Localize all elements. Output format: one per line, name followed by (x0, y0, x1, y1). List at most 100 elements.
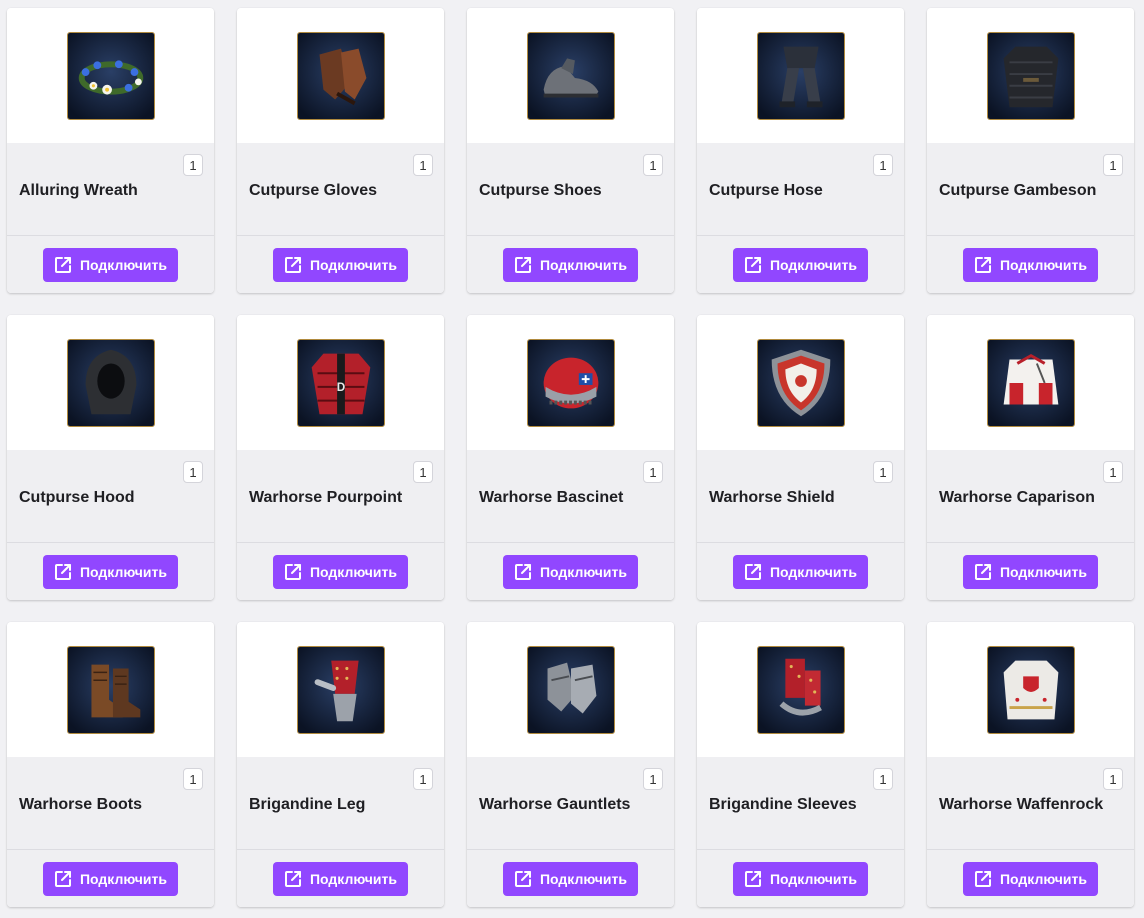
item-info: 1 Warhorse Waffenrock (927, 757, 1134, 850)
connect-button[interactable]: Подключить (502, 247, 638, 282)
connect-button[interactable]: Подключить (502, 861, 638, 896)
external-link-icon (53, 869, 73, 889)
gambeson-icon (986, 31, 1075, 120)
item-image-area (7, 315, 214, 450)
connect-button-label: Подключить (769, 563, 857, 580)
item-card: 1 Warhorse Caparison Подключить (927, 315, 1134, 600)
item-actions: Подключить (697, 850, 904, 907)
quantity-badge: 1 (1103, 154, 1123, 176)
external-link-icon (743, 869, 763, 889)
item-name: Cutpurse Gloves (249, 182, 378, 199)
item-name: Brigandine Leg (249, 796, 366, 813)
item-info: 1 Cutpurse Gloves (237, 143, 444, 236)
item-info: 1 Warhorse Shield (697, 450, 904, 543)
item-image-area (237, 622, 444, 757)
connect-button[interactable]: Подключить (502, 554, 638, 589)
item-name: Warhorse Waffenrock (939, 796, 1104, 813)
item-actions: Подключить (467, 850, 674, 907)
item-card: 1 Cutpurse Hood Подключить (7, 315, 214, 600)
item-actions: Подключить (7, 850, 214, 907)
item-image-area (7, 622, 214, 757)
item-name: Warhorse Gauntlets (479, 796, 631, 813)
external-link-icon (283, 869, 303, 889)
item-actions: Подключить (697, 236, 904, 293)
quantity-badge: 1 (413, 461, 433, 483)
hood-icon (66, 338, 155, 427)
gloves-icon (296, 31, 385, 120)
external-link-icon (283, 562, 303, 582)
item-card: 1 Warhorse Bascinet Подключить (467, 315, 674, 600)
external-link-icon (513, 255, 533, 275)
item-card: 1 Cutpurse Shoes Подключить (467, 8, 674, 293)
connect-button[interactable]: Подключить (272, 861, 408, 896)
item-image-area (467, 315, 674, 450)
item-name: Warhorse Bascinet (479, 489, 624, 506)
leg-armor-icon (296, 645, 385, 734)
connect-button[interactable]: Подключить (42, 861, 178, 896)
connect-button-label: Подключить (769, 256, 857, 273)
quantity-badge: 1 (873, 768, 893, 790)
item-info: 1 Warhorse Gauntlets (467, 757, 674, 850)
item-card: D 1 Warhorse Pourpoint Подключить (237, 315, 444, 600)
gauntlets-icon (526, 645, 615, 734)
quantity-badge: 1 (643, 154, 663, 176)
external-link-icon (743, 562, 763, 582)
item-info: 1 Brigandine Sleeves (697, 757, 904, 850)
external-link-icon (53, 562, 73, 582)
connect-button[interactable]: Подключить (42, 247, 178, 282)
item-info: 1 Cutpurse Gambeson (927, 143, 1134, 236)
external-link-icon (283, 255, 303, 275)
item-card: 1 Warhorse Gauntlets Подключить (467, 622, 674, 907)
item-actions: Подключить (697, 543, 904, 600)
quantity-badge: 1 (873, 461, 893, 483)
connect-button-label: Подключить (309, 256, 397, 273)
item-name: Warhorse Shield (709, 489, 835, 506)
connect-button[interactable]: Подключить (732, 247, 868, 282)
item-card: 1 Brigandine Sleeves Подключить (697, 622, 904, 907)
hose-icon (756, 31, 845, 120)
item-actions: Подключить (237, 543, 444, 600)
connect-button-label: Подключить (999, 870, 1087, 887)
boots-icon (66, 645, 155, 734)
item-card: 1 Warhorse Waffenrock Подключить (927, 622, 1134, 907)
item-info: 1 Alluring Wreath (7, 143, 214, 236)
external-link-icon (513, 869, 533, 889)
item-info: 1 Warhorse Pourpoint (237, 450, 444, 543)
external-link-icon (973, 255, 993, 275)
shield-icon (756, 338, 845, 427)
item-actions: Подключить (927, 236, 1134, 293)
item-card: 1 Alluring Wreath Подключить (7, 8, 214, 293)
item-name: Cutpurse Gambeson (939, 182, 1097, 199)
item-name: Brigandine Sleeves (709, 796, 857, 813)
connect-button[interactable]: Подключить (272, 247, 408, 282)
quantity-badge: 1 (873, 154, 893, 176)
connect-button[interactable]: Подключить (732, 861, 868, 896)
item-name: Cutpurse Hood (19, 489, 135, 506)
item-name: Cutpurse Shoes (479, 182, 602, 199)
item-info: 1 Cutpurse Shoes (467, 143, 674, 236)
quantity-badge: 1 (183, 461, 203, 483)
connect-button-label: Подключить (79, 256, 167, 273)
item-image-area (927, 8, 1134, 143)
quantity-badge: 1 (643, 461, 663, 483)
connect-button[interactable]: Подключить (272, 554, 408, 589)
connect-button[interactable]: Подключить (962, 554, 1098, 589)
connect-button[interactable]: Подключить (962, 247, 1098, 282)
connect-button[interactable]: Подключить (732, 554, 868, 589)
quantity-badge: 1 (1103, 461, 1123, 483)
item-image-area (7, 8, 214, 143)
connect-button[interactable]: Подключить (42, 554, 178, 589)
connect-button-label: Подключить (309, 870, 397, 887)
item-image-area (927, 315, 1134, 450)
item-actions: Подключить (467, 543, 674, 600)
connect-button[interactable]: Подключить (962, 861, 1098, 896)
quantity-badge: 1 (413, 154, 433, 176)
quantity-badge: 1 (183, 154, 203, 176)
item-card: 1 Warhorse Boots Подключить (7, 622, 214, 907)
quantity-badge: 1 (1103, 768, 1123, 790)
pourpoint-icon: D (296, 338, 385, 427)
external-link-icon (513, 562, 533, 582)
item-card: 1 Brigandine Leg Подключить (237, 622, 444, 907)
connect-button-label: Подключить (539, 870, 627, 887)
item-image-area (237, 8, 444, 143)
